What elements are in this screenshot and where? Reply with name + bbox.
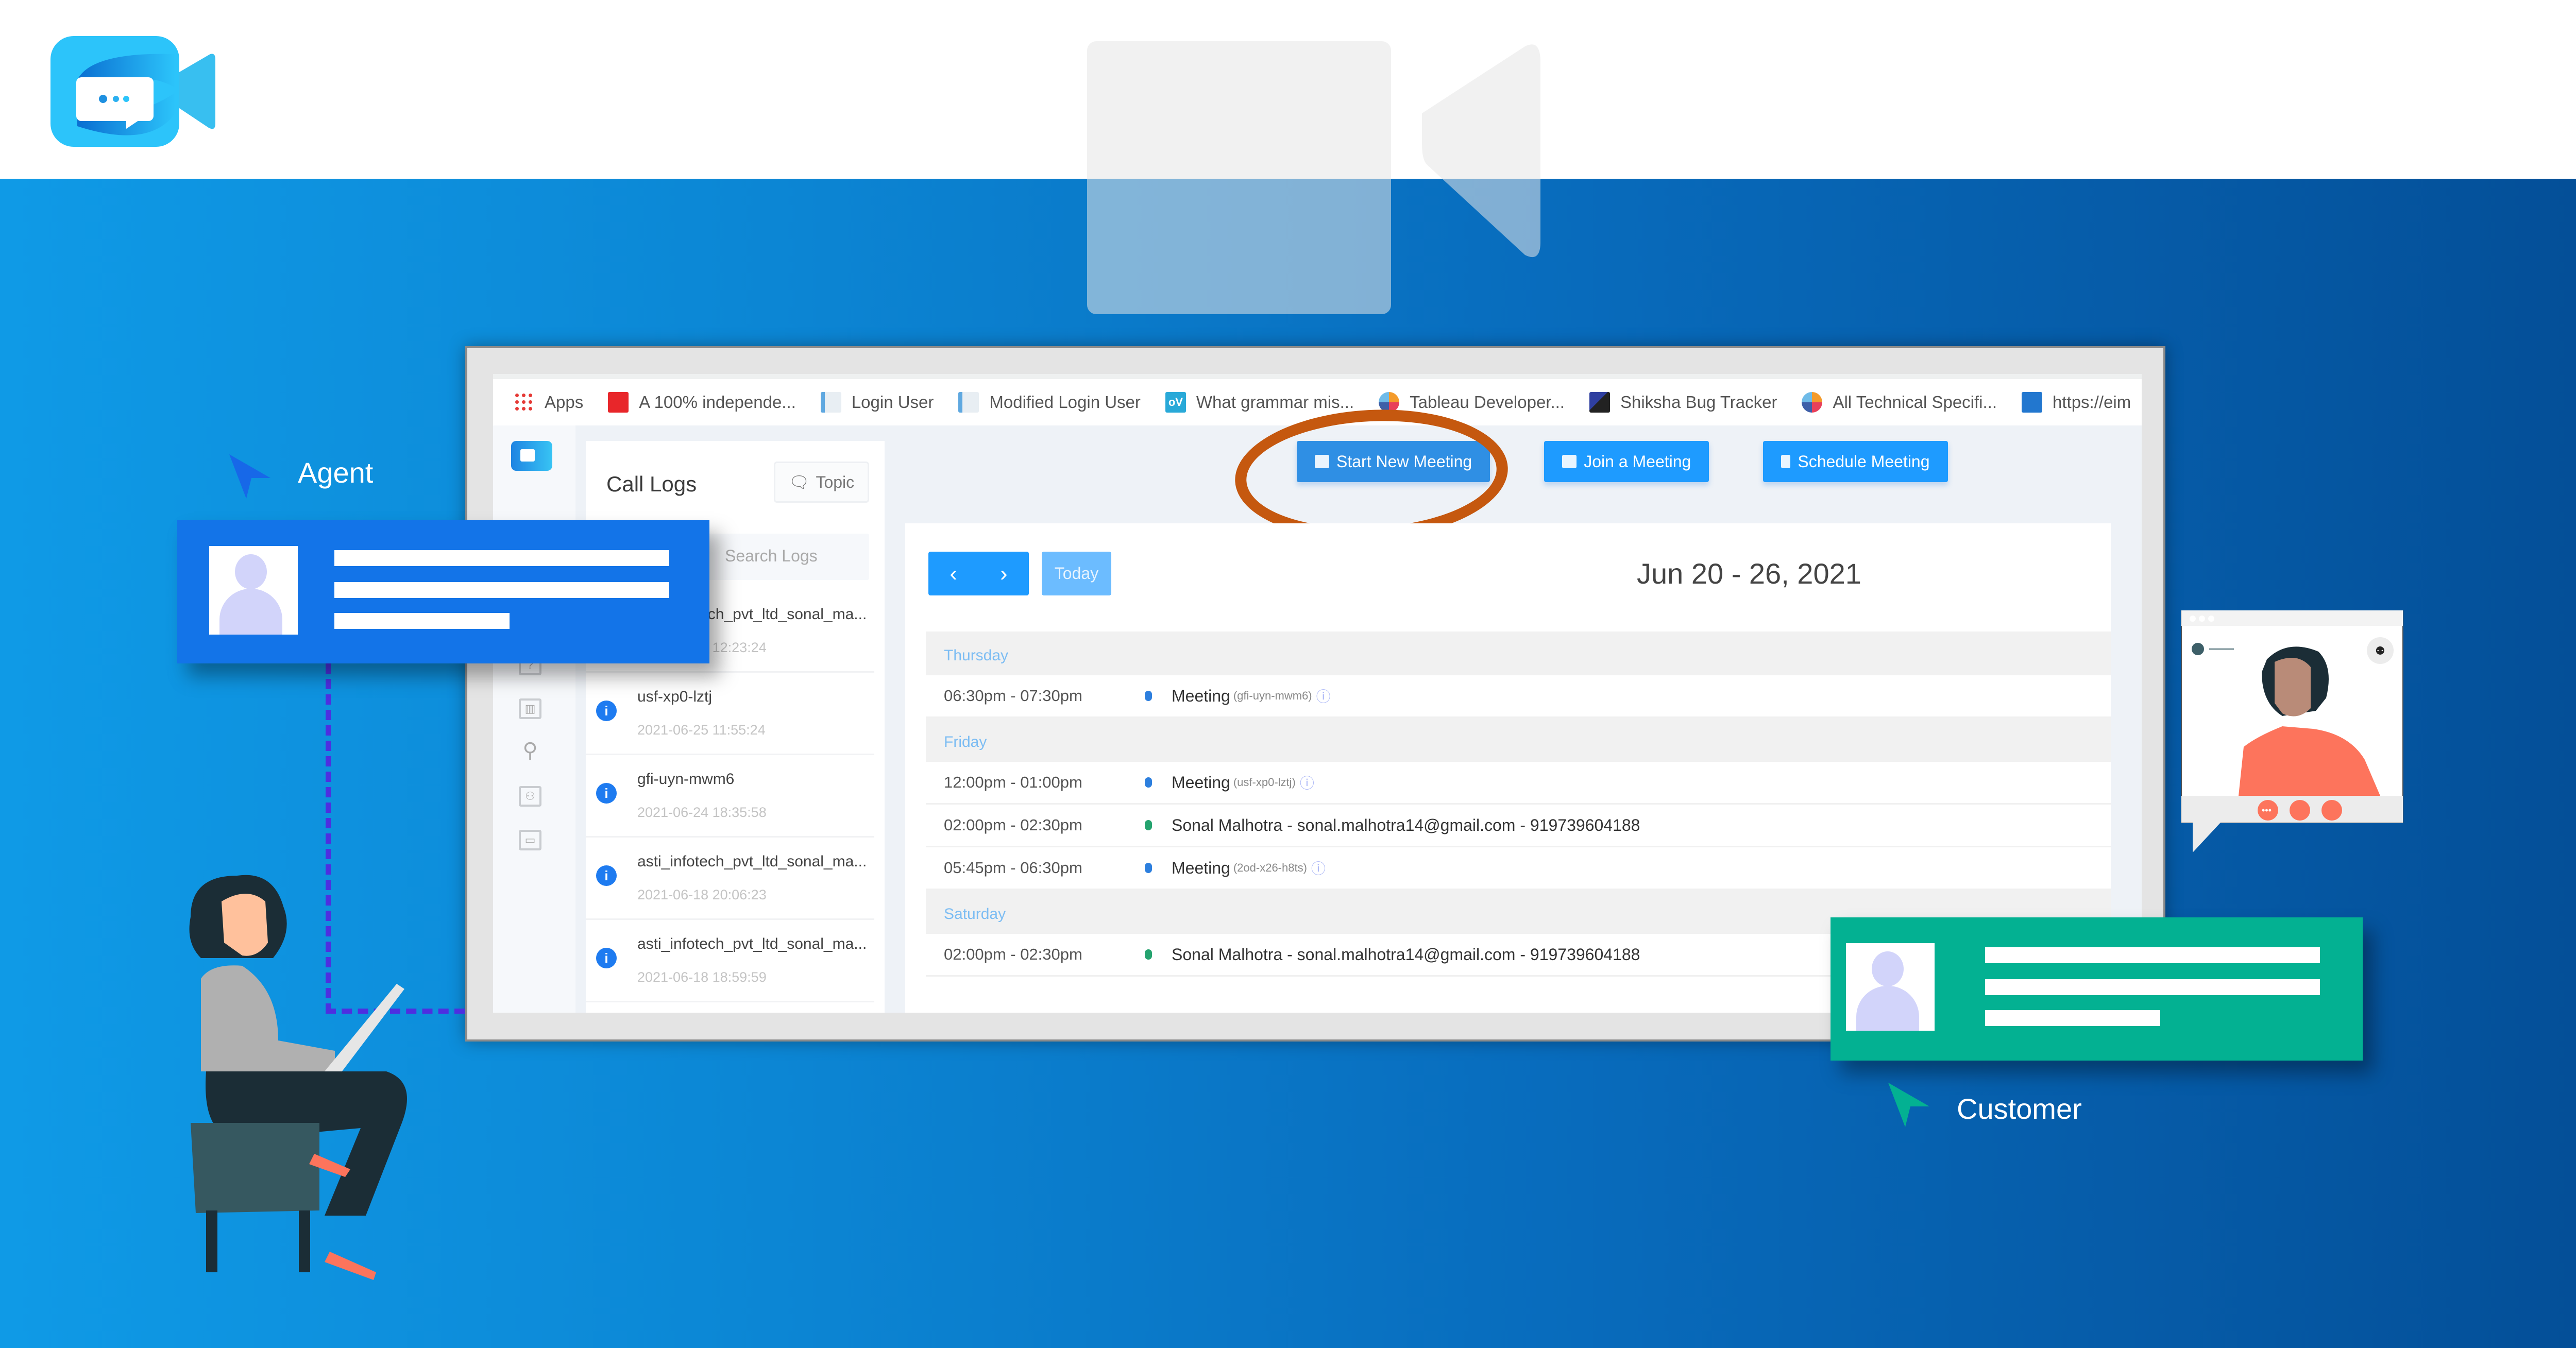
tableau-icon [1802,392,1823,413]
event-title: Sonal Malhotra - sonal.malhotra14@gmail.… [1172,815,1640,834]
day-header: Thursday [926,632,2111,675]
prev-week-button[interactable]: ‹ [950,561,957,587]
customer-cursor-icon [1888,1083,1929,1127]
user-icon[interactable]: ⚲ [519,740,541,763]
bookmark-grammar[interactable]: oV What grammar mis... [1165,392,1354,413]
event-code: (gfi-uyn-mwm6) [1233,689,1312,702]
bookmark-apps[interactable]: Apps [514,392,583,413]
bookmark-technical-specs[interactable]: All Technical Specifi... [1802,392,1997,413]
agenda-event[interactable]: 06:30pm - 07:30pm Meeting (gfi-uyn-mwm6) ⓘ [926,675,2111,718]
event-status-dot [1145,777,1152,788]
agenda-event[interactable]: 02:00pm - 02:30pm Sonal Malhotra - sonal.… [926,805,2111,847]
avatar-placeholder [209,546,298,635]
info-icon[interactable]: ⓘ [1316,686,1331,706]
info-icon[interactable]: ⓘ [1300,772,1314,793]
calendar-icon [1781,455,1791,468]
video-chat-logo-icon [50,36,215,147]
bookmark-independent[interactable]: A 100% independe... [608,392,796,413]
chart-icon[interactable]: ▥ [519,698,541,719]
placeholder-line [334,613,510,629]
next-week-button[interactable]: › [1000,561,1008,587]
topic-button[interactable]: 🗨 Topic [774,462,869,503]
event-title: Meeting [1172,773,1230,792]
customer-label: Customer [1957,1093,2082,1125]
event-time: 02:00pm - 02:30pm [944,945,1082,963]
team-icon[interactable]: ⚇ [519,786,541,807]
document-icon [820,392,841,413]
event-title: Meeting [1172,686,1230,705]
call-log-item[interactable]: i usf-xp0-lztj 2021-06-25 11:55:24 [586,673,874,755]
day-header: Friday [926,718,2111,762]
event-title: Meeting [1172,858,1230,877]
chat-icon: 🗨 [788,473,810,491]
svg-text:•••: ••• [2262,805,2272,815]
bookmark-shiksha[interactable]: Shiksha Bug Tracker [1589,392,1777,413]
event-time: 06:30pm - 07:30pm [944,687,1082,705]
red-pin-icon [608,392,629,413]
event-title: Sonal Malhotra - sonal.malhotra14@gmail.… [1172,945,1640,964]
agent-woman-illustration [189,875,407,1280]
keyboard-icon [1562,455,1577,468]
call-log-item[interactable]: i gfi-uyn-mwm6 2021-06-24 18:35:58 [586,755,874,838]
link-icon [2022,392,2043,413]
avatar-placeholder [1846,943,1935,1031]
ov-icon: oV [1165,392,1186,413]
event-time: 05:45pm - 06:30pm [944,859,1082,877]
agenda-event[interactable]: 12:00pm - 01:00pm Meeting (usf-xp0-lztj) ⓘ [926,762,2111,805]
calendar-nav: ‹ › [928,552,1029,595]
bookmark-login-user[interactable]: Login User [820,392,934,413]
video-call-illustration: ⚉ ••• [2181,610,2403,852]
call-logs-title: Call Logs [606,472,697,496]
placeholder-line [1985,979,2320,995]
agent-profile-card [177,520,709,663]
event-time: 02:00pm - 02:30pm [944,816,1082,834]
agenda-event[interactable]: 05:45pm - 06:30pm Meeting (2od-x26-h8ts) ⓘ [926,847,2111,890]
placeholder-line [1985,1010,2160,1026]
placeholder-line [334,582,669,598]
svg-text:⚉: ⚉ [2375,644,2385,657]
event-status-dot [1145,863,1152,873]
call-log-item[interactable]: iasti_infotech_pvt_ltd_sonal_ma...2021-0… [586,838,874,920]
event-status-dot [1145,820,1152,830]
info-icon: i [596,865,617,886]
sidebar-rail: ↻ ≡ ? ▥ ⚲ ⚇ ▭ [493,425,575,1013]
event-code: (usf-xp0-lztj) [1233,776,1296,789]
info-icon[interactable]: ⓘ [1311,858,1326,878]
event-status-dot [1145,949,1152,960]
agent-label: Agent [298,456,374,489]
placeholder-line [334,550,669,566]
placeholder-line [1985,947,2320,963]
monitor-icon[interactable]: ▭ [519,830,541,850]
agent-cursor-icon [229,454,270,499]
apps-grid-icon [514,392,534,413]
event-code: (2od-x26-h8ts) [1233,861,1307,874]
bookmark-https-eim[interactable]: https://eim [2022,392,2131,413]
shiksha-icon [1589,392,1610,413]
event-time: 12:00pm - 01:00pm [944,773,1082,791]
bookmark-modified-login-user[interactable]: Modified Login User [958,392,1141,413]
app-logo-icon[interactable] [511,441,552,471]
browser-window: Apps A 100% independe... Login User Modi… [493,374,2142,1013]
info-icon: i [596,948,617,968]
schedule-meeting-button[interactable]: Schedule Meeting [1763,441,1948,482]
bookmark-tableau[interactable]: Tableau Developer... [1379,392,1565,413]
event-status-dot [1145,691,1152,701]
video-camera-icon [1087,41,1540,314]
today-button[interactable]: Today [1042,552,1111,595]
document-icon [958,392,979,413]
info-icon: i [596,783,617,804]
call-log-item[interactable]: iasti_infotech_pvt_ltd_sonal_ma...2021-0… [586,920,874,1002]
date-range-title: Jun 20 - 26, 2021 [1637,557,1861,590]
customer-profile-card [1831,917,2363,1061]
join-meeting-button[interactable]: Join a Meeting [1544,441,1709,482]
info-icon: i [596,701,617,721]
